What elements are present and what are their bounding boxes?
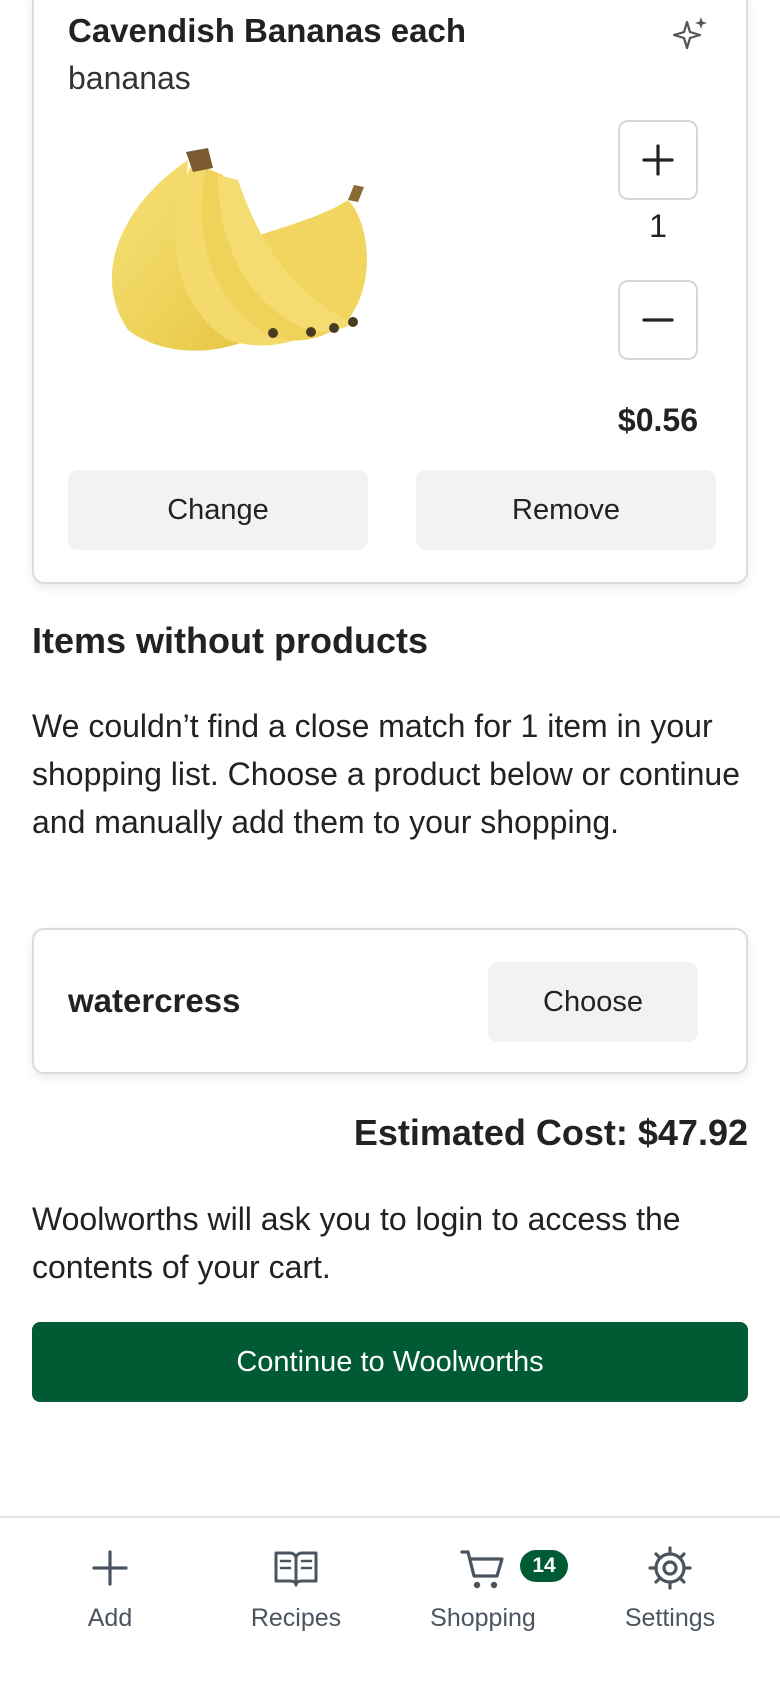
minus-icon — [642, 318, 674, 322]
increase-quantity-button[interactable] — [618, 120, 698, 200]
page: Cavendish Bananas each bananas 1 $0.56 C… — [0, 0, 780, 1688]
plus-icon — [92, 1550, 128, 1586]
section-description: We couldn’t find a close match for 1 ite… — [32, 708, 740, 840]
product-name: Cavendish Bananas each — [68, 12, 466, 49]
quantity-value: 1 — [649, 208, 667, 244]
estimated-cost: Estimated Cost: $47.92 — [353, 1112, 748, 1153]
banana-image — [111, 148, 367, 351]
login-note: Woolworths will ask you to login to acce… — [32, 1201, 681, 1285]
unmatched-item-card: watercress Choose — [32, 928, 748, 1074]
unmatched-item-name: watercress — [68, 982, 241, 1019]
sparkle-icon[interactable] — [670, 14, 710, 54]
nav-add-label: Add — [87, 1604, 133, 1632]
choose-button[interactable]: Choose — [488, 962, 698, 1042]
product-card: Cavendish Bananas each bananas 1 $0.56 C… — [32, 0, 748, 584]
shopping-count-badge: 14 — [520, 1550, 568, 1582]
book-open-icon — [274, 1551, 318, 1587]
nav-recipes[interactable]: Recipes — [206, 1544, 386, 1654]
bottom-navigation: Add Recipes Shopping 14 Settings — [0, 1516, 780, 1688]
remove-button[interactable]: Remove — [416, 470, 716, 550]
nav-settings-label: Settings — [624, 1604, 716, 1632]
gear-icon — [648, 1546, 692, 1590]
nav-add[interactable]: Add — [20, 1544, 200, 1654]
cart-icon — [460, 1550, 504, 1589]
continue-to-woolworths-button[interactable]: Continue to Woolworths — [32, 1322, 748, 1402]
decrease-quantity-button[interactable] — [618, 280, 698, 360]
nav-recipes-label: Recipes — [250, 1604, 342, 1632]
nav-shopping-label: Shopping — [430, 1604, 536, 1632]
product-subtitle: bananas — [68, 60, 191, 96]
product-price: $0.56 — [617, 402, 698, 438]
nav-shopping[interactable]: Shopping 14 — [393, 1544, 573, 1654]
nav-settings[interactable]: Settings — [580, 1544, 760, 1654]
change-button[interactable]: Change — [68, 470, 368, 550]
plus-icon — [642, 144, 674, 176]
section-title: Items without products — [32, 620, 428, 661]
